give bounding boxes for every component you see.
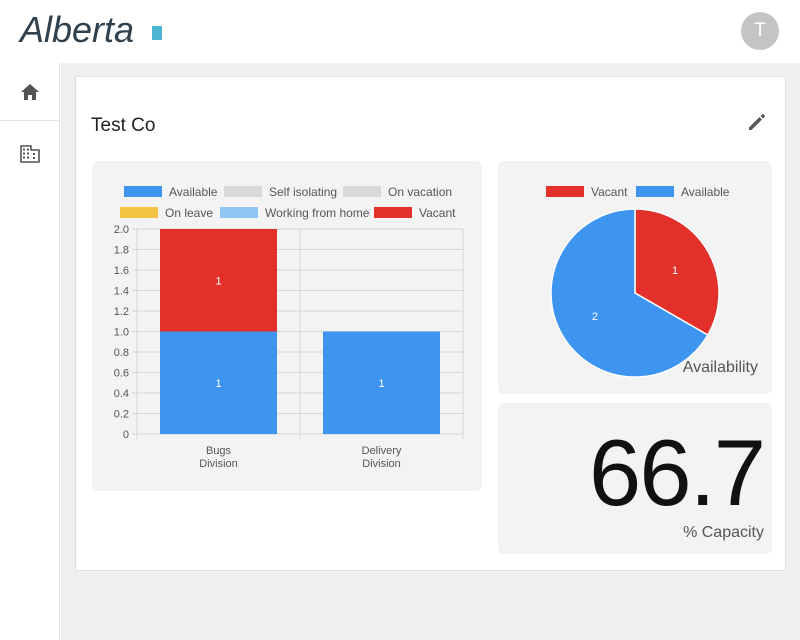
- main-content: Test Co Available Self isolating On vacati…: [61, 63, 800, 640]
- pie-data-label: 2: [592, 311, 598, 323]
- alberta-logo[interactable]: Alberta: [18, 4, 168, 56]
- legend-swatch-3: [120, 207, 158, 218]
- x-tick-label: Division: [362, 458, 401, 470]
- legend-label-3: On leave: [165, 206, 213, 220]
- legend-label-5: Vacant: [419, 206, 456, 220]
- home-icon: [21, 83, 39, 100]
- logo-text: Alberta: [18, 9, 134, 50]
- legend-swatch-4: [220, 207, 258, 218]
- bar-data-label: 1: [215, 378, 221, 390]
- sidebar: [0, 63, 60, 640]
- legend-label-0: Available: [169, 185, 218, 199]
- capacity-panel: 66.7 % Capacity: [498, 403, 772, 554]
- pie-legend-swatch-0: [546, 186, 584, 197]
- y-tick-label: 1.0: [114, 327, 129, 339]
- legend-swatch-1: [224, 186, 262, 197]
- y-tick-label: 1.4: [114, 286, 129, 298]
- y-tick-label: 0.4: [114, 388, 129, 400]
- top-bar: Alberta T: [0, 0, 800, 63]
- y-tick-label: 1.6: [114, 265, 129, 277]
- bar-data-label: 1: [378, 378, 384, 390]
- availability-pie-chart: Vacant Available 1 2 Availability: [546, 185, 758, 378]
- y-tick-label: 0.2: [114, 409, 129, 421]
- pie-title: Availability: [683, 359, 758, 376]
- legend-label-2: On vacation: [388, 185, 452, 199]
- user-avatar[interactable]: T: [741, 12, 779, 50]
- pie-data-label: 1: [672, 265, 678, 277]
- legend-label-1: Self isolating: [269, 185, 337, 199]
- pie-legend-swatch-1: [636, 186, 674, 197]
- legend-swatch-0: [124, 186, 162, 197]
- company-card: Test Co Available Self isolating On vacati…: [75, 76, 786, 571]
- legend-swatch-5: [374, 207, 412, 218]
- company-name: Test Co: [91, 115, 156, 136]
- y-tick-label: 0.6: [114, 368, 129, 380]
- y-tick-label: 2.0: [114, 224, 129, 236]
- logo-mark: [152, 26, 162, 40]
- capacity-value: 66.7: [589, 420, 766, 525]
- x-tick-label: Bugs: [206, 445, 232, 457]
- y-tick-label: 0.8: [114, 347, 129, 359]
- division-bar-chart: Available Self isolating On vacation On lea…: [114, 185, 464, 470]
- y-tick-label: 1.8: [114, 245, 129, 257]
- x-tick-label: Delivery: [362, 445, 402, 457]
- pie-legend-label-1: Available: [681, 185, 730, 199]
- legend-label-4: Working from home: [265, 206, 370, 220]
- y-tick-label: 0: [123, 429, 129, 441]
- pencil-icon: [749, 113, 766, 130]
- edit-button[interactable]: [744, 109, 770, 135]
- legend-swatch-2: [343, 186, 381, 197]
- y-tick-label: 1.2: [114, 306, 129, 318]
- sidebar-item-organizations[interactable]: [0, 125, 60, 183]
- capacity-label: % Capacity: [683, 524, 764, 541]
- x-tick-label: Division: [199, 458, 238, 470]
- bar-data-label: 1: [215, 275, 221, 287]
- pie-legend-label-0: Vacant: [591, 185, 628, 199]
- building-icon: [20, 145, 40, 163]
- division-bar-chart-panel: Available Self isolating On vacation On lea…: [92, 161, 482, 491]
- availability-pie-chart-panel: Vacant Available 1 2 Availability: [498, 161, 772, 394]
- sidebar-item-home[interactable]: [0, 63, 60, 121]
